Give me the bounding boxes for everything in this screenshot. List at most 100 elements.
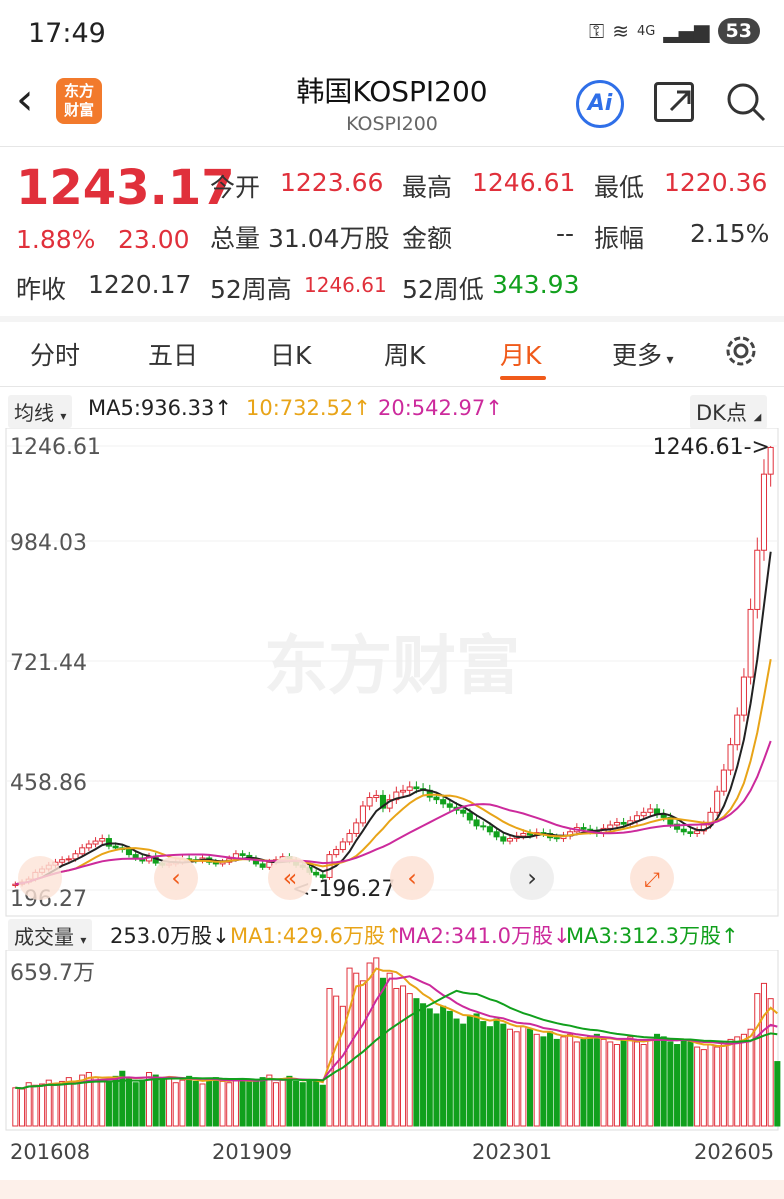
price-axis-label: 458.86 [10, 771, 87, 796]
volume-bar [680, 1038, 687, 1127]
volume-bar [613, 1044, 620, 1127]
volume-bar [707, 1044, 714, 1127]
volume-bar [319, 1084, 326, 1127]
candle [79, 847, 86, 855]
wk52-high-value: 1246.61 [304, 273, 387, 297]
volume-chart[interactable]: 659.7万 [0, 950, 784, 1134]
candle [734, 714, 741, 746]
scroll-left-fast-button[interactable]: « [268, 856, 312, 900]
ma-selector[interactable]: 均线 ▾ [8, 395, 73, 428]
candle [313, 871, 320, 876]
dropdown-icon: ▾ [662, 352, 674, 368]
volume-bar [219, 1080, 226, 1127]
volume-bar [239, 1078, 246, 1127]
footer-bar [0, 1180, 784, 1199]
volume-bar [386, 972, 393, 1127]
signal-icon: ▂▄▆ [663, 19, 710, 43]
volume-bar [560, 1036, 567, 1127]
tab-monthly-k[interactable]: 月K [500, 336, 541, 372]
tab-minute[interactable]: 分时 [30, 336, 80, 372]
high-label: 最高 [402, 173, 453, 202]
volume-bar [660, 1036, 667, 1127]
volume-bar [279, 1078, 286, 1127]
volume-bar [767, 998, 774, 1127]
volume-current: 253.0万股↓ [110, 924, 230, 948]
volume-value: 31.04万股 [268, 224, 390, 253]
open-label: 今开 [210, 173, 261, 202]
volume-bar [192, 1080, 199, 1127]
volume-bar [640, 1044, 647, 1127]
candle [727, 744, 734, 771]
candle [694, 830, 701, 834]
scroll-start-button[interactable] [18, 856, 62, 900]
volume-bar [513, 1031, 520, 1127]
candle [747, 608, 754, 678]
volume-bar [647, 1038, 654, 1127]
volume-bar [125, 1078, 133, 1127]
volume-bar [32, 1084, 39, 1127]
vol-ma2: MA2:341.0万股↓ [398, 924, 571, 948]
volume-bar [674, 1044, 681, 1127]
candle [259, 863, 266, 868]
tab-more[interactable]: 更多 ▾ [612, 336, 674, 372]
volume-selector[interactable]: 成交量 ▾ [8, 919, 93, 952]
volume-bar [353, 972, 360, 1127]
candle [239, 853, 246, 856]
ai-button[interactable]: Ai [576, 80, 624, 128]
candle [366, 797, 373, 807]
prev-close-label: 昨收 [16, 275, 67, 304]
vol-ma1: MA1:429.6万股↑ [230, 924, 403, 948]
volume-bar [166, 1077, 173, 1127]
candle [346, 832, 353, 843]
volume-bar [480, 1021, 487, 1127]
volume-bar [587, 1036, 594, 1127]
candle [506, 838, 514, 842]
wk52-low-value: 343.93 [492, 270, 580, 299]
last-price: 1243.17 [16, 160, 235, 216]
chevron-left-icon: ‹ [171, 864, 181, 892]
volume-bar [259, 1077, 266, 1127]
candle [613, 821, 620, 826]
candle [105, 838, 112, 847]
volume-legend: 成交量 ▾ 253.0万股↓ MA1:429.6万股↑ MA2:341.0万股↓… [0, 914, 784, 952]
volume-bar [567, 1033, 574, 1127]
share-button[interactable] [654, 82, 694, 122]
search-button[interactable] [724, 80, 768, 128]
volume-label: 总量 [210, 224, 261, 253]
tab-weekly-k[interactable]: 周K [384, 336, 425, 372]
tab-daily-k[interactable]: 日K [270, 336, 311, 372]
volume-bar [72, 1082, 79, 1127]
scroll-right-button[interactable]: › [510, 856, 554, 900]
dk-point-label: DK点 [696, 401, 747, 425]
candle [580, 827, 587, 830]
dk-point-button[interactable]: DK点 ◢ [690, 395, 768, 429]
prev-close-value: 1220.17 [88, 270, 192, 299]
scroll-left-button[interactable]: ‹ [154, 856, 198, 900]
volume-selector-label: 成交量 [14, 925, 74, 949]
candle [480, 825, 487, 828]
volume-bar [446, 1010, 453, 1127]
volume-bar [18, 1088, 26, 1127]
volume-bar [593, 1033, 600, 1127]
volume-bar [159, 1078, 166, 1127]
volume-axis-label: 659.7万 [10, 961, 95, 986]
candle [59, 859, 66, 863]
volume-bar [747, 1028, 754, 1127]
volume-bar [440, 1005, 447, 1127]
volume-bar [667, 1041, 674, 1127]
volume-bar [486, 1026, 493, 1127]
tab-more-label: 更多 [612, 341, 663, 370]
time-axis-label: 202301 [472, 1140, 553, 1164]
volume-bar [533, 1033, 540, 1127]
kline-chart[interactable]: 东方财富 1246.61 984.03 721.44 458.86 196.27… [0, 428, 784, 918]
candle [473, 819, 480, 827]
zoom-out-button[interactable]: ‹ [390, 856, 434, 900]
settings-button[interactable] [722, 332, 760, 376]
candle [720, 769, 727, 792]
fullscreen-button[interactable]: ⤢ [630, 856, 674, 900]
amplitude-label: 振幅 [594, 224, 645, 253]
tab-five-day[interactable]: 五日 [148, 336, 198, 372]
volume-bar [132, 1082, 139, 1127]
volume-bar [426, 1008, 433, 1127]
change-value: 23.00 [118, 225, 190, 254]
